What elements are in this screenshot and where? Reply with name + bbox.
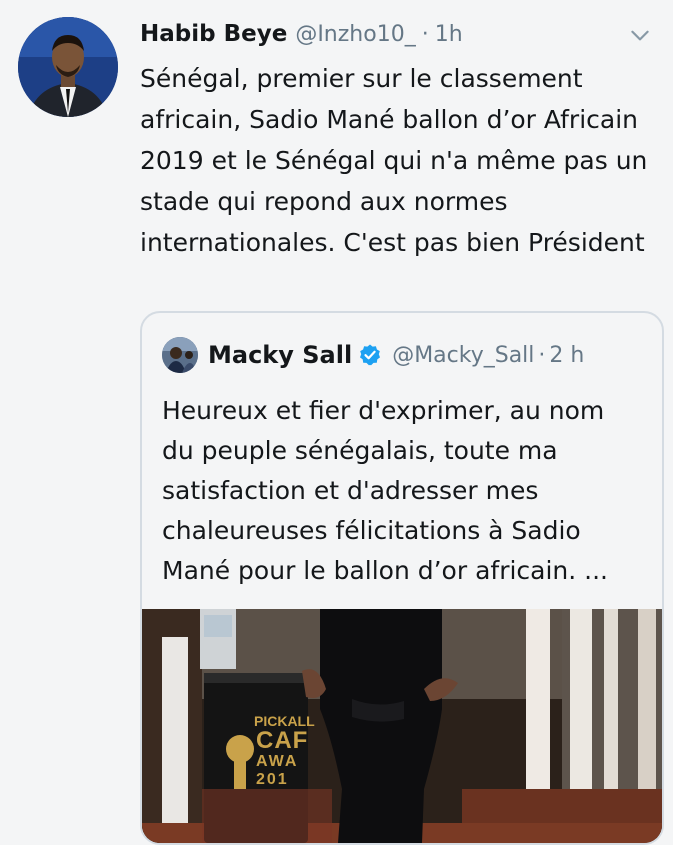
quoted-timestamp[interactable]: 2 h — [549, 343, 584, 368]
chevron-down-icon[interactable] — [627, 22, 653, 48]
tweet-timestamp[interactable]: 1h — [435, 22, 463, 47]
quoted-tweet-header: Macky Sall @Macky_Sall · 2 h — [162, 335, 642, 375]
tweet-text: Sénégal, premier sur le classement afric… — [140, 64, 656, 257]
separator-dot: · — [421, 21, 429, 47]
author-handle[interactable]: @Inzho10_ — [295, 22, 415, 47]
verified-badge-icon — [360, 344, 381, 366]
tweet-card[interactable]: Habib Beye @Inzho10_ · 1h Sénégal, premi… — [0, 0, 673, 845]
quoted-author-handle[interactable]: @Macky_Sall — [392, 343, 534, 368]
award-sign-line3: AWA — [256, 753, 299, 770]
author-name[interactable]: Habib Beye — [140, 21, 287, 47]
award-sign-line4: 201 — [256, 771, 289, 788]
quoted-separator-dot: · — [538, 342, 546, 368]
tweet-header: Habib Beye @Inzho10_ · 1h — [140, 16, 653, 52]
award-sign-line2: CAF — [256, 727, 309, 754]
quoted-tweet[interactable]: Macky Sall @Macky_Sall · 2 h Heureux et … — [140, 311, 664, 845]
quoted-author-name[interactable]: Macky Sall — [208, 341, 352, 369]
quoted-author-avatar[interactable] — [162, 337, 198, 373]
author-avatar[interactable] — [18, 17, 118, 117]
quoted-tweet-photo[interactable]: PICKALL CAF AWA 201 — [142, 609, 662, 843]
quoted-tweet-text: Heureux et fier d'exprimer, au nom du pe… — [162, 396, 609, 585]
